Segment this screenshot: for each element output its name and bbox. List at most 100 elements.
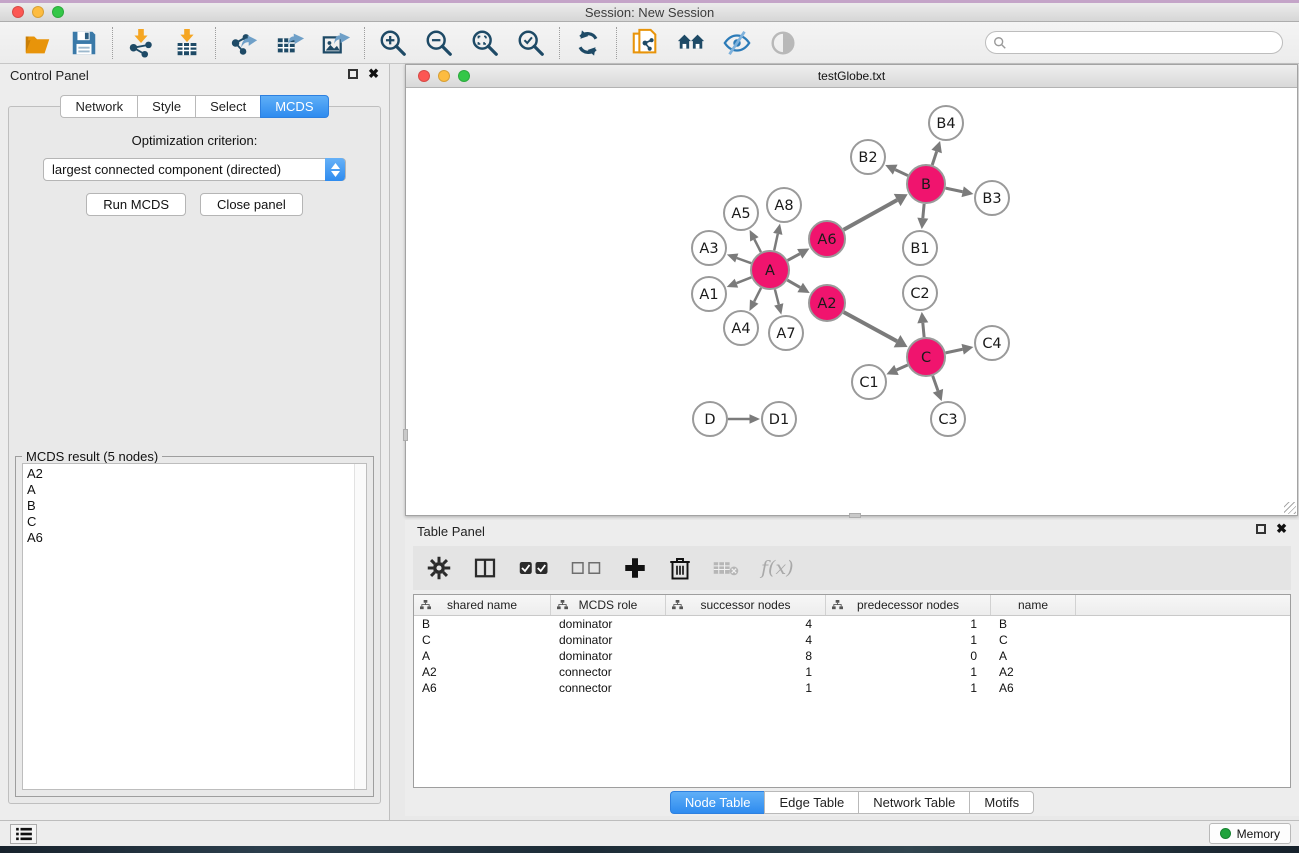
tab-motifs[interactable]: Motifs: [969, 791, 1034, 814]
memory-button[interactable]: Memory: [1209, 823, 1291, 844]
column-header-predecessor-nodes[interactable]: predecessor nodes: [826, 595, 991, 615]
delete-column-icon[interactable]: [669, 556, 691, 580]
table-row-B[interactable]: Bdominator41B: [414, 616, 1290, 632]
select-all-columns-icon[interactable]: [519, 559, 549, 577]
unselect-all-columns-icon[interactable]: [571, 559, 601, 577]
cell-name-row0[interactable]: B: [991, 616, 1076, 632]
export-table-icon[interactable]: [274, 27, 306, 59]
zoom-out-icon[interactable]: [423, 27, 455, 59]
graph-edge-B-B1[interactable]: [923, 204, 924, 218]
column-header-shared-name[interactable]: shared name: [414, 595, 551, 615]
cell-predecessor-nodes-row3[interactable]: 1: [826, 664, 991, 680]
cell-predecessor-nodes-row1[interactable]: 1: [826, 632, 991, 648]
table-row-C[interactable]: Cdominator41C: [414, 632, 1290, 648]
cell-shared-name-row1[interactable]: C: [414, 632, 551, 648]
graph-edge-B-B4[interactable]: [932, 152, 936, 165]
cell-name-row2[interactable]: A: [991, 648, 1076, 664]
graph-edge-B-B2[interactable]: [895, 170, 908, 176]
graph-edge-C-C1[interactable]: [896, 365, 907, 370]
cell-successor-nodes-row1[interactable]: 4: [666, 632, 826, 648]
graph-edge-A-A7[interactable]: [775, 289, 779, 304]
graph-edge-A-A1[interactable]: [736, 277, 751, 283]
optimization-criterion-dropdown[interactable]: largest connected component (directed): [43, 158, 346, 181]
close-panel-icon[interactable]: ✖: [368, 69, 379, 79]
create-column-icon[interactable]: [623, 556, 647, 580]
column-header-name[interactable]: name: [991, 595, 1076, 615]
cell-successor-nodes-row3[interactable]: 1: [666, 664, 826, 680]
float-table-panel-icon[interactable]: [1256, 524, 1266, 534]
table-row-A6[interactable]: A6connector11A6: [414, 680, 1290, 696]
table-row-A2[interactable]: A2connector11A2: [414, 664, 1290, 680]
graph-edge-A-A6[interactable]: [788, 254, 800, 261]
show-columns-icon[interactable]: [473, 556, 497, 580]
splitter-handle[interactable]: [849, 513, 861, 518]
graph-edge-A-A5[interactable]: [754, 239, 761, 252]
zoom-fit-icon[interactable]: [469, 27, 501, 59]
refresh-icon[interactable]: [572, 27, 604, 59]
cell-shared-name-row4[interactable]: A6: [414, 680, 551, 696]
cell-successor-nodes-row2[interactable]: 8: [666, 648, 826, 664]
splitter-handle[interactable]: [403, 429, 408, 441]
graph-edge-A2-C[interactable]: [844, 312, 897, 341]
column-header-successor-nodes[interactable]: successor nodes: [666, 595, 826, 615]
delete-table-icon[interactable]: [713, 559, 739, 577]
cell-predecessor-nodes-row0[interactable]: 1: [826, 616, 991, 632]
network-graph[interactable]: B4B2BB3B1A5A8A6A3AA1A2A4A7C2C4CC1C3DD1: [406, 88, 1297, 516]
mcds-result-item-B[interactable]: B: [27, 498, 366, 514]
home-icon[interactable]: [675, 27, 707, 59]
cell-shared-name-row0[interactable]: B: [414, 616, 551, 632]
float-panel-icon[interactable]: [348, 69, 358, 79]
network-canvas[interactable]: B4B2BB3B1A5A8A6A3AA1A2A4A7C2C4CC1C3DD1: [406, 88, 1297, 515]
cell-predecessor-nodes-row4[interactable]: 1: [826, 680, 991, 696]
graph-edge-C-C3[interactable]: [933, 376, 938, 391]
tab-network-table[interactable]: Network Table: [858, 791, 969, 814]
tab-network[interactable]: Network: [60, 95, 137, 118]
column-header-MCDS-role[interactable]: MCDS role: [551, 595, 666, 615]
cell-predecessor-nodes-row2[interactable]: 0: [826, 648, 991, 664]
tab-style[interactable]: Style: [137, 95, 195, 118]
mcds-result-item-A2[interactable]: A2: [27, 466, 366, 482]
cell-MCDS-role-row2[interactable]: dominator: [551, 648, 666, 664]
hide-details-icon[interactable]: [721, 27, 753, 59]
cell-shared-name-row2[interactable]: A: [414, 648, 551, 664]
graph-edge-B-B3[interactable]: [946, 188, 963, 192]
cell-name-row3[interactable]: A2: [991, 664, 1076, 680]
function-builder-icon[interactable]: f(x): [761, 557, 794, 579]
graph-edge-A-A3[interactable]: [737, 258, 751, 263]
run-mcds-button[interactable]: Run MCDS: [86, 193, 186, 216]
zoom-selected-icon[interactable]: [515, 27, 547, 59]
cell-shared-name-row3[interactable]: A2: [414, 664, 551, 680]
close-panel-button[interactable]: Close panel: [200, 193, 303, 216]
resize-grip-icon[interactable]: [1284, 502, 1296, 514]
graph-edge-A-A2[interactable]: [787, 280, 800, 287]
graph-edge-A6-B[interactable]: [844, 200, 898, 230]
show-details-icon[interactable]: [767, 27, 799, 59]
table-settings-gear-icon[interactable]: [427, 556, 451, 580]
duplicate-network-icon[interactable]: [629, 27, 661, 59]
open-session-icon[interactable]: [22, 27, 54, 59]
import-network-icon[interactable]: [125, 27, 157, 59]
graph-edge-A-A8[interactable]: [774, 234, 778, 251]
mcds-result-item-A[interactable]: A: [27, 482, 366, 498]
network-window-titlebar[interactable]: testGlobe.txt: [406, 65, 1297, 88]
tab-node-table[interactable]: Node Table: [670, 791, 765, 814]
save-session-icon[interactable]: [68, 27, 100, 59]
graph-edge-C-C2[interactable]: [923, 323, 924, 337]
scrollbar-track[interactable]: [354, 464, 366, 789]
import-table-icon[interactable]: [171, 27, 203, 59]
cell-name-row4[interactable]: A6: [991, 680, 1076, 696]
graph-edge-A-A4[interactable]: [754, 288, 761, 302]
cell-MCDS-role-row4[interactable]: connector: [551, 680, 666, 696]
tab-mcds[interactable]: MCDS: [260, 95, 328, 118]
task-history-button[interactable]: [10, 824, 37, 844]
zoom-in-icon[interactable]: [377, 27, 409, 59]
tab-select[interactable]: Select: [195, 95, 260, 118]
cell-MCDS-role-row1[interactable]: dominator: [551, 632, 666, 648]
search-input[interactable]: [985, 31, 1283, 54]
cell-MCDS-role-row3[interactable]: connector: [551, 664, 666, 680]
cell-name-row1[interactable]: C: [991, 632, 1076, 648]
export-image-icon[interactable]: [320, 27, 352, 59]
mcds-result-item-A6[interactable]: A6: [27, 530, 366, 546]
mcds-result-item-C[interactable]: C: [27, 514, 366, 530]
table-row-A[interactable]: Adominator80A: [414, 648, 1290, 664]
